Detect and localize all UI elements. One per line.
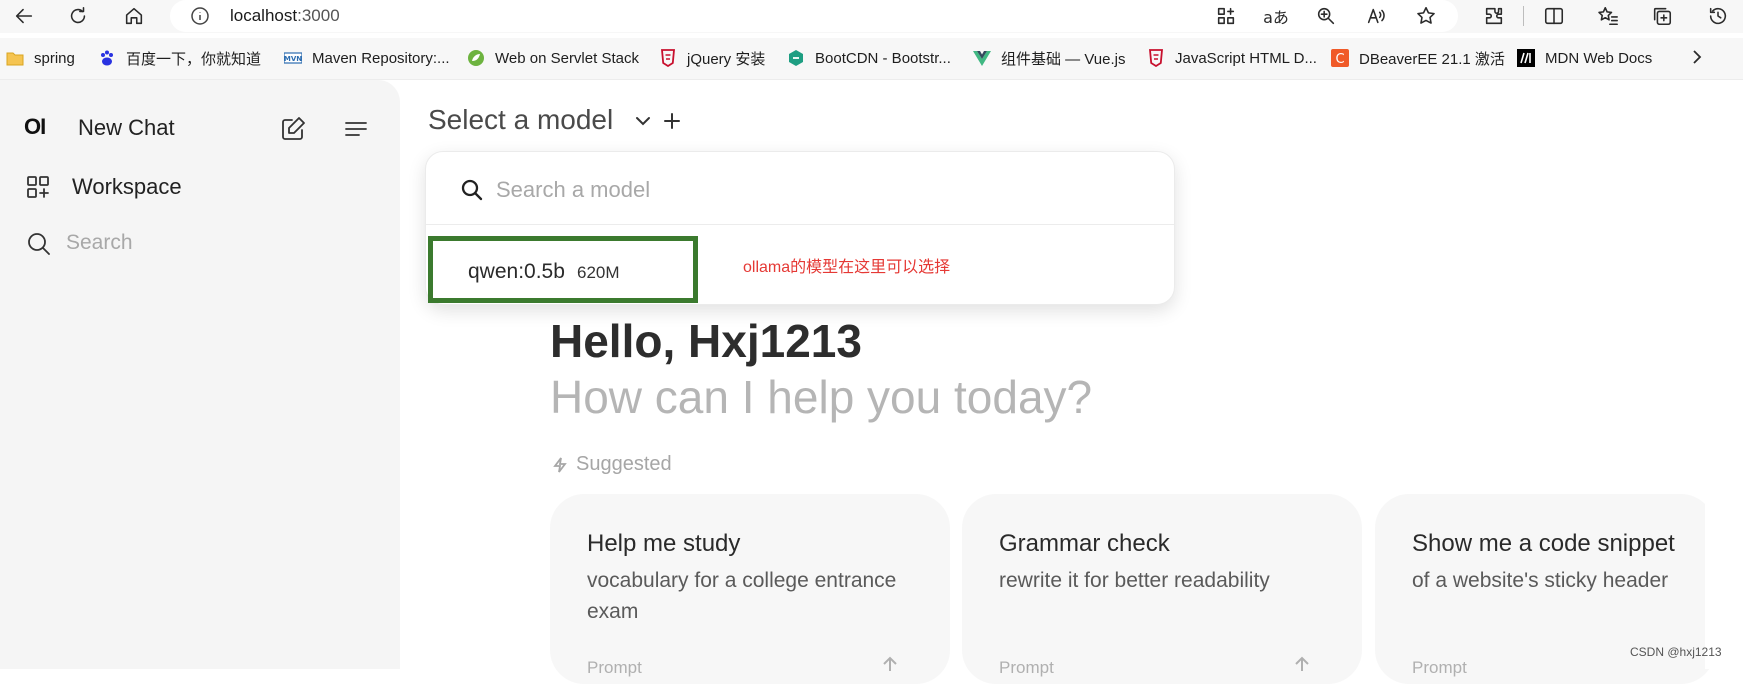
mdn-icon [1517, 49, 1535, 67]
arrow-up-icon[interactable] [880, 654, 900, 674]
svg-text:MVN: MVN [284, 55, 302, 63]
bookmark-label: BootCDN - Bootstr... [815, 49, 951, 67]
suggested-label: Suggested [576, 453, 672, 475]
bookmark-label: MDN Web Docs [1545, 49, 1653, 67]
model-size: 620M [577, 263, 620, 282]
scroll-edge [1705, 480, 1743, 669]
card-title: Help me study [587, 530, 741, 557]
card-subtitle: rewrite it for better readability [999, 569, 1270, 592]
bookmark-item[interactable]: MDN Web Docs [1517, 48, 1652, 68]
bookmark-label: JavaScript HTML D... [1175, 49, 1317, 67]
app-grid-icon[interactable] [1212, 2, 1240, 30]
spring-leaf-icon [467, 49, 485, 67]
lightning-icon [553, 456, 567, 473]
zoom-icon[interactable] [1312, 2, 1340, 30]
model-selector[interactable]: Select a model [428, 104, 613, 136]
suggested-heading: Suggested [552, 453, 672, 476]
bookmark-label: spring [34, 49, 75, 67]
bookmark-item[interactable]: 百度一下，你就知道 [98, 48, 261, 68]
extensions-icon[interactable] [1480, 2, 1508, 30]
dropdown-divider [426, 224, 1174, 225]
arrow-up-icon[interactable] [1292, 654, 1312, 674]
svg-text:C: C [1335, 52, 1344, 67]
read-aloud-icon[interactable] [1362, 2, 1390, 30]
bookmark-item[interactable]: BootCDN - Bootstr... [787, 48, 951, 68]
search-icon [24, 229, 54, 259]
greeting-subtitle: How can I help you today? [550, 371, 1093, 423]
model-dropdown: qwen:0.5b 620M ollama的模型在这里可以选择 [425, 151, 1175, 305]
greeting-title: Hello, Hxj1213 [550, 315, 862, 367]
bookmark-item[interactable]: MVN Maven Repository:... [283, 48, 450, 68]
bookmark-label: Maven Repository:... [312, 49, 450, 67]
suggestion-card[interactable]: Help me study vocabulary for a college e… [550, 494, 950, 684]
translate-icon[interactable]: aあ [1262, 2, 1290, 30]
split-screen-icon[interactable] [1540, 2, 1568, 30]
toolbar-separator [1523, 6, 1524, 26]
bootcdn-icon [787, 49, 805, 67]
bookmark-item[interactable]: JavaScript HTML D... [1147, 48, 1317, 68]
bookmark-label: Web on Servlet Stack [495, 49, 639, 67]
card-title: Show me a code snippet [1412, 530, 1675, 557]
bookmark-label: 组件基础 — Vue.js [1001, 50, 1126, 68]
openwebui-logo: OI [24, 114, 46, 139]
bookmark-item[interactable]: spring [6, 48, 75, 68]
workspace-link[interactable]: Workspace [72, 174, 182, 200]
workspace-grid-icon[interactable] [24, 173, 54, 203]
bookmark-item[interactable]: jQuery 安装 [659, 48, 765, 68]
info-icon[interactable] [190, 6, 210, 26]
url-text[interactable]: localhost:3000 [230, 6, 340, 26]
sidebar: OI New Chat Workspace Search [0, 80, 400, 669]
bookmark-label: jQuery 安装 [687, 50, 766, 68]
history-icon[interactable] [1704, 2, 1732, 30]
translate-glyph: aあ [1263, 8, 1289, 27]
home-icon[interactable] [120, 2, 148, 30]
vue-icon [973, 49, 991, 67]
favorite-star-icon[interactable] [1412, 2, 1440, 30]
annotation-note: ollama的模型在这里可以选择 [743, 259, 951, 276]
suggestion-card[interactable]: Grammar check rewrite it for better read… [962, 494, 1362, 684]
baidu-icon [98, 49, 116, 67]
bookmark-label: DBeaverEE 21.1 激活 [1359, 50, 1505, 68]
url-port: :3000 [297, 6, 340, 25]
menu-icon[interactable] [341, 114, 371, 144]
bookmark-item[interactable]: 组件基础 — Vue.js [973, 48, 1125, 68]
html-shield-icon [1147, 49, 1165, 68]
bookmark-label: 百度一下，你就知道 [126, 50, 262, 68]
bookmark-item[interactable]: C DBeaverEE 21.1 激活 [1331, 48, 1505, 68]
model-option[interactable]: qwen:0.5b 620M [428, 236, 698, 303]
card-footer: Prompt [587, 658, 642, 677]
model-search-input[interactable] [496, 172, 1096, 208]
sidebar-search-input[interactable]: Search [66, 231, 133, 255]
edit-icon[interactable] [278, 114, 308, 144]
collections-icon[interactable] [1648, 2, 1676, 30]
add-model-icon[interactable] [661, 110, 683, 132]
card-subtitle: of a website's sticky header [1412, 569, 1669, 592]
folder-icon [6, 49, 24, 67]
url-host: localhost [230, 6, 298, 25]
html-shield-icon [659, 49, 677, 68]
bookmark-item[interactable]: Web on Servlet Stack [467, 48, 639, 68]
favorites-list-icon[interactable] [1594, 2, 1622, 30]
back-icon[interactable] [10, 2, 38, 30]
card-title: Grammar check [999, 530, 1170, 557]
maven-icon: MVN [283, 49, 303, 67]
watermark: CSDN @hxj1213 [1630, 645, 1722, 659]
card-footer: Prompt [999, 658, 1054, 677]
dbeaver-c-icon: C [1331, 49, 1349, 67]
refresh-icon[interactable] [64, 2, 92, 30]
chevron-down-icon[interactable] [632, 110, 654, 132]
new-chat-label[interactable]: New Chat [78, 115, 175, 141]
search-icon [460, 178, 484, 202]
chevron-right-icon[interactable] [1688, 48, 1708, 68]
bookmarks-bar: spring 百度一下，你就知道 MVN Maven Repository:..… [0, 38, 1743, 80]
card-footer: Prompt [1412, 658, 1467, 677]
browser-toolbar: localhost:3000 aあ [0, 0, 1743, 33]
model-name: qwen:0.5b [468, 260, 565, 283]
card-subtitle: vocabulary for a college entrance exam [587, 569, 897, 623]
